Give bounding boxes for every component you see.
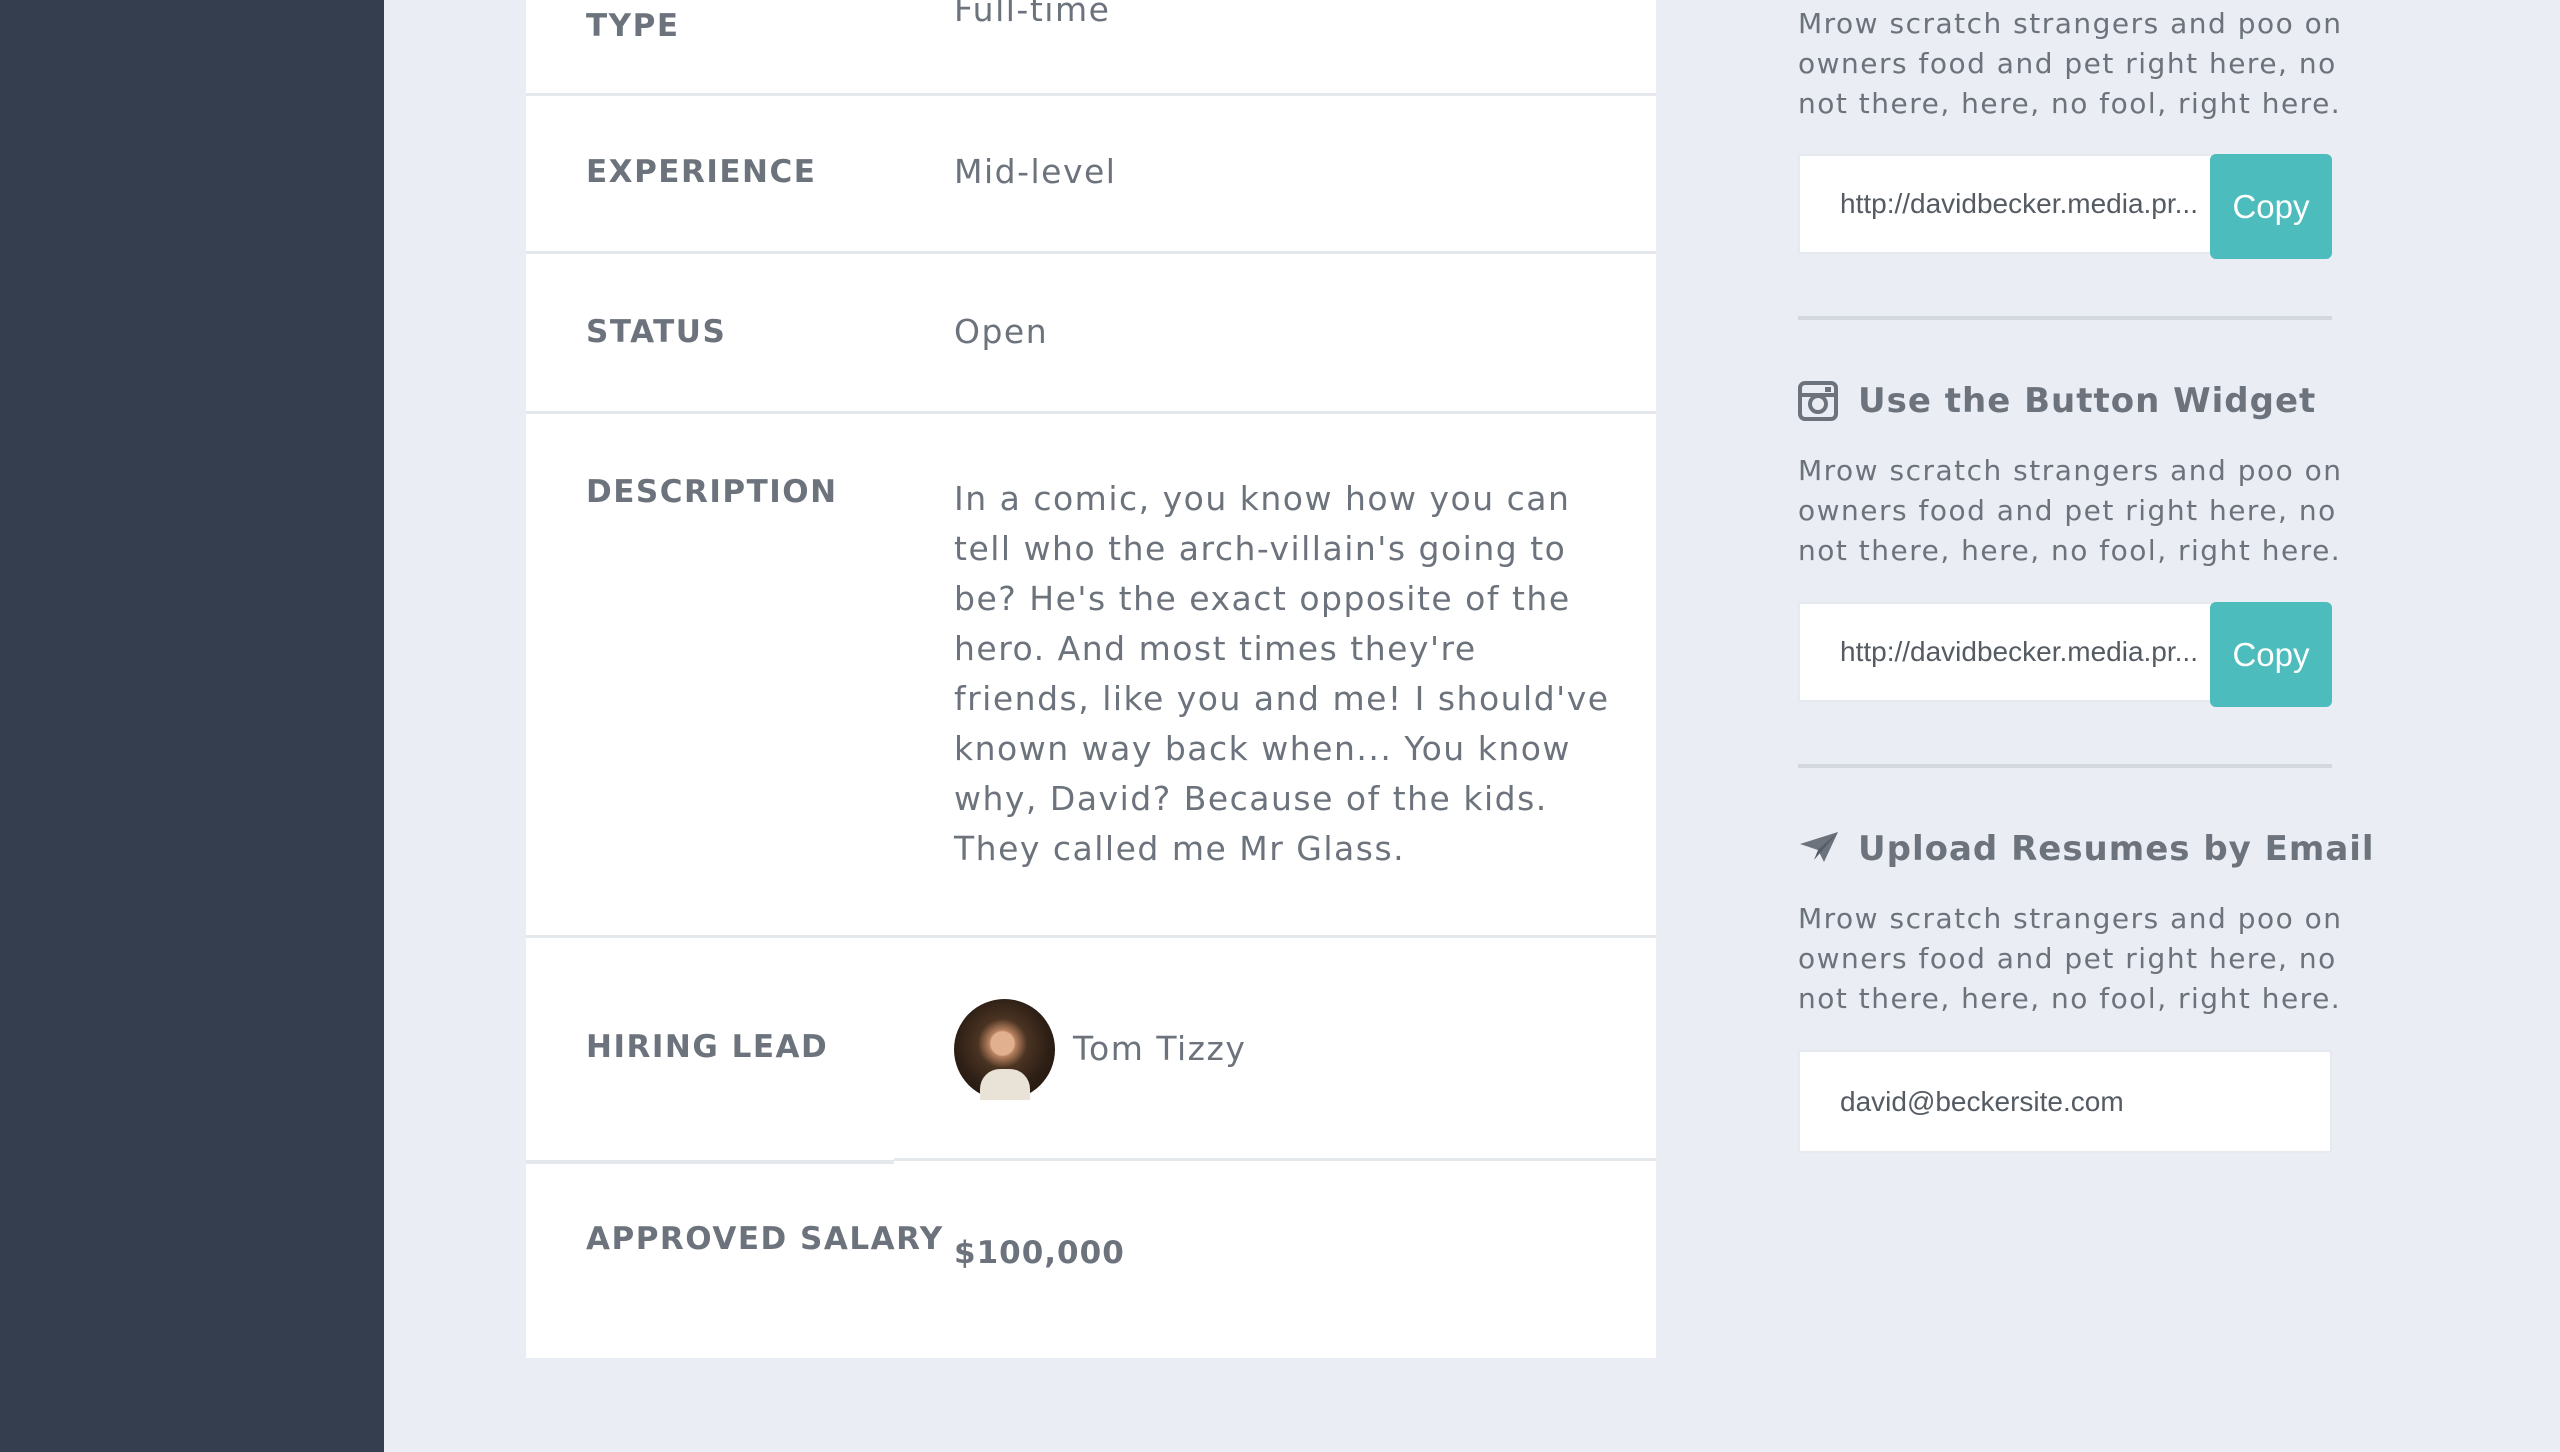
detail-label: STATUS	[586, 314, 727, 350]
widget-title: Upload Resumes by Email	[1858, 829, 2375, 869]
detail-row-type: TYPE Full-time	[526, 0, 1656, 96]
detail-row-description: DESCRIPTION In a comic, you know how you…	[526, 416, 1656, 938]
hiring-lead-name[interactable]: Tom Tizzy	[1073, 1029, 1246, 1068]
widget-description: Mrow scratch strangers and poo on owners…	[1798, 902, 2343, 1015]
detail-label: TYPE	[586, 8, 680, 44]
widget-title: Use the Button Widget	[1858, 381, 2317, 421]
widget-description: Mrow scratch strangers and poo on owners…	[1798, 7, 2343, 120]
detail-value: Full-time	[954, 0, 1111, 29]
detail-label: EXPERIENCE	[586, 154, 817, 190]
description-text: In a comic, you know how you can tell wh…	[954, 479, 1610, 868]
paper-plane-icon	[1798, 830, 1840, 868]
divider	[1798, 764, 2332, 768]
copy-button[interactable]: Copy	[2210, 154, 2332, 259]
divider	[1798, 316, 2332, 320]
salary-value: $100,000	[954, 1235, 1125, 1271]
copy-button[interactable]: Copy	[2210, 602, 2332, 707]
avatar[interactable]	[954, 999, 1055, 1100]
detail-row-experience: EXPERIENCE Mid-level	[526, 96, 1656, 254]
detail-label: HIRING LEAD	[586, 1029, 829, 1065]
widget-description: Mrow scratch strangers and poo on owners…	[1798, 454, 2343, 567]
instagram-icon	[1798, 381, 1838, 425]
divider	[894, 1158, 1656, 1161]
detail-row-salary: APPROVED SALARY $100,000	[526, 1164, 1656, 1358]
email-address-field[interactable]: david@beckersite.com	[1798, 1050, 2332, 1153]
detail-label: DESCRIPTION	[586, 474, 838, 510]
detail-label: APPROVED SALARY	[586, 1221, 944, 1257]
detail-row-status: STATUS Open	[526, 256, 1656, 414]
detail-row-hiring-lead: HIRING LEAD Tom Tizzy	[526, 940, 1656, 1159]
left-sidebar	[0, 0, 384, 1452]
detail-value: Mid-level	[954, 152, 1117, 191]
widget-url-field[interactable]: http://davidbecker.media.pr...	[1798, 602, 2212, 702]
job-details-card: TYPE Full-time EXPERIENCE Mid-level STAT…	[526, 0, 1656, 1358]
detail-value: Open	[954, 312, 1049, 351]
widget-url-field[interactable]: http://davidbecker.media.pr...	[1798, 154, 2212, 254]
